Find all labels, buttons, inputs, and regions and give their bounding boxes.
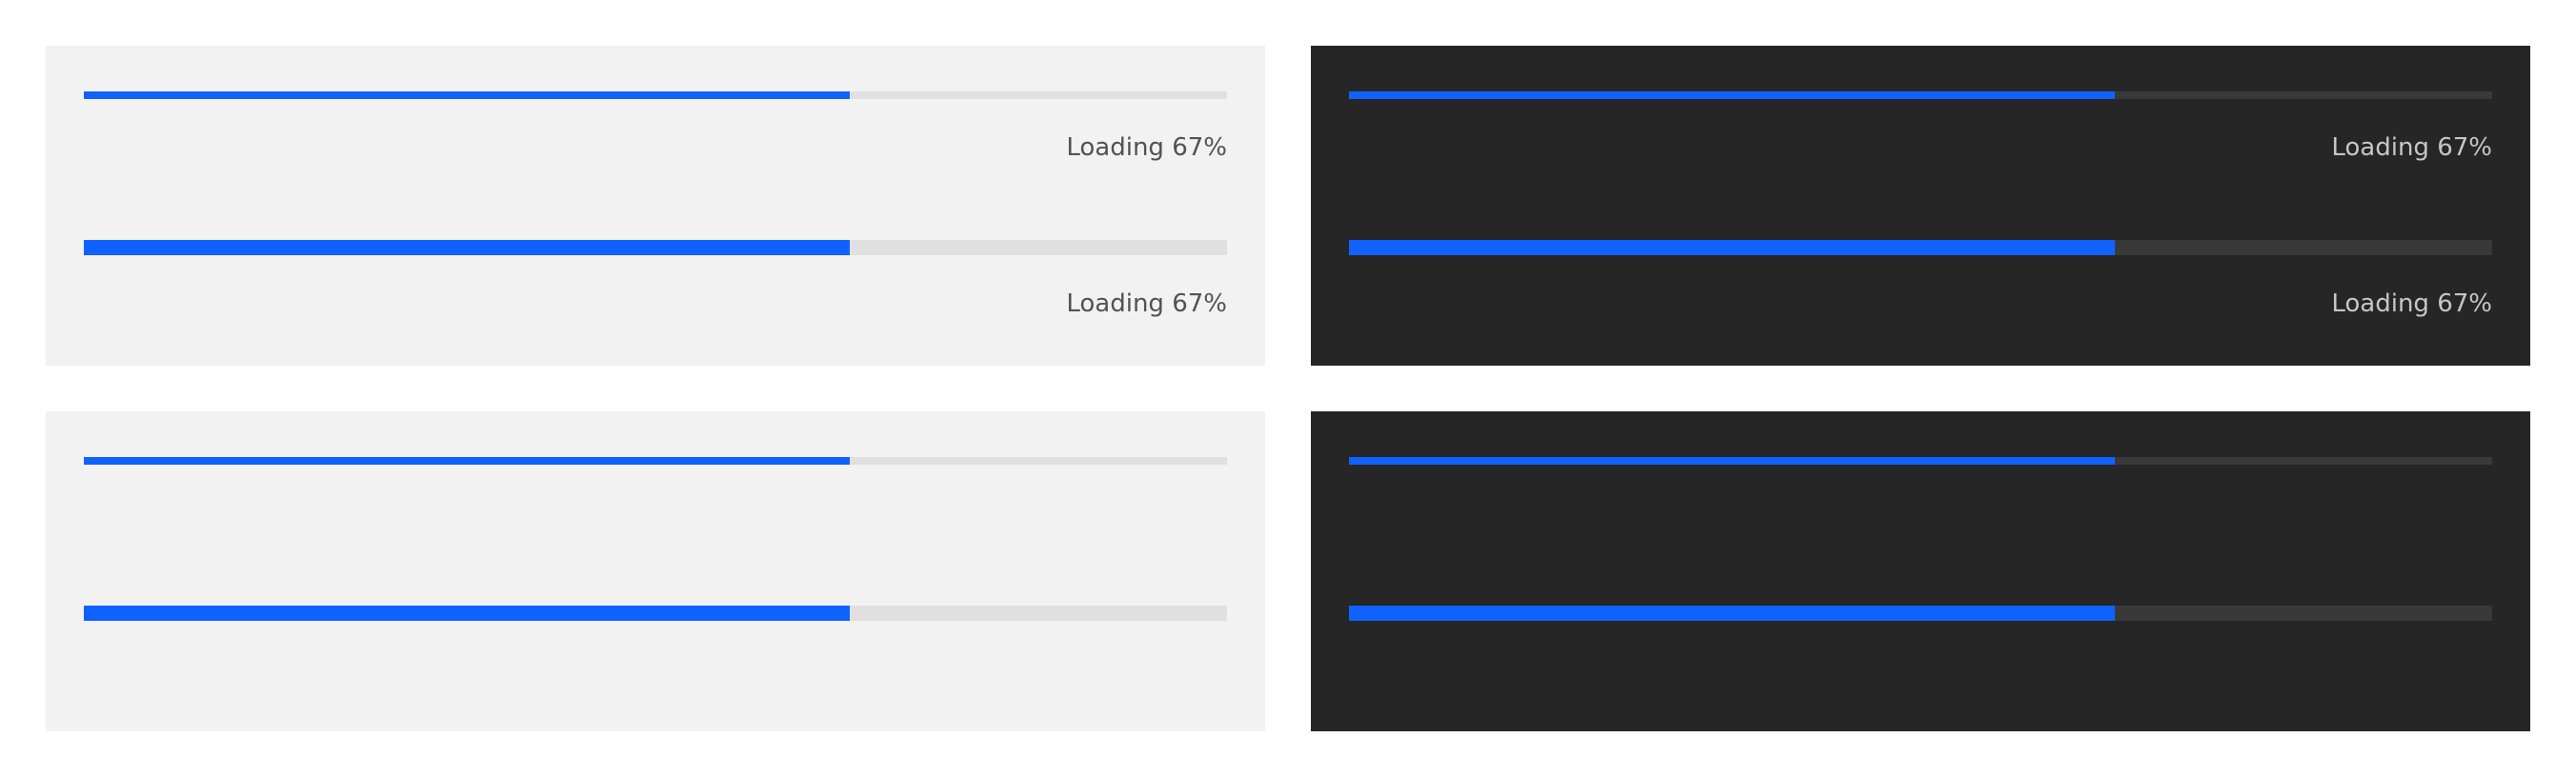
progress-bar-showcase: Loading 67% Loading 67% Loading 67% Load… xyxy=(0,0,2576,777)
progress-fill xyxy=(84,457,850,465)
progress-fill xyxy=(1349,457,2115,465)
progress-fill xyxy=(84,91,850,99)
progress-bar-small xyxy=(1349,91,2492,99)
progress-bar-small xyxy=(84,457,1227,465)
progress-bar-big xyxy=(1349,240,2492,255)
progress-label: Loading 67% xyxy=(2331,289,2492,318)
dark-panel-with-labels: Loading 67% Loading 67% xyxy=(1311,46,2530,366)
light-panel-with-labels: Loading 67% Loading 67% xyxy=(46,46,1265,366)
progress-fill xyxy=(1349,606,2115,621)
progress-bar-small xyxy=(84,91,1227,99)
progress-fill xyxy=(1349,240,2115,255)
dark-panel-no-labels xyxy=(1311,411,2530,731)
progress-fill xyxy=(84,240,850,255)
progress-bar-small xyxy=(1349,457,2492,465)
progress-fill xyxy=(1349,91,2115,99)
progress-bar-big xyxy=(84,606,1227,621)
progress-label: Loading 67% xyxy=(1066,133,1227,162)
light-panel-no-labels xyxy=(46,411,1265,731)
progress-fill xyxy=(84,606,850,621)
progress-bar-big xyxy=(84,240,1227,255)
progress-label: Loading 67% xyxy=(2331,133,2492,162)
progress-bar-big xyxy=(1349,606,2492,621)
progress-label: Loading 67% xyxy=(1066,289,1227,318)
